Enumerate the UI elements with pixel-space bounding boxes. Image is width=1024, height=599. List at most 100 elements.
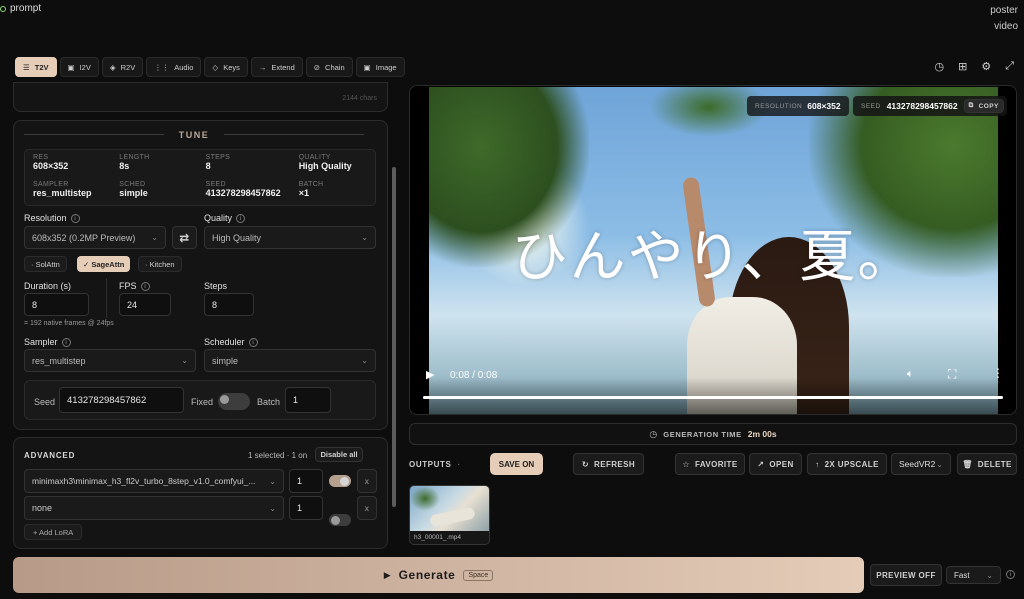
- sageattn-chip[interactable]: ✓ SageAttn: [77, 256, 131, 272]
- generate-button[interactable]: ▶ Generate Space: [13, 557, 864, 593]
- duration-input[interactable]: 8: [24, 293, 89, 316]
- history-icon[interactable]: ◷: [934, 60, 944, 73]
- sampler-select[interactable]: res_multistep ⌄: [24, 349, 196, 372]
- video-link[interactable]: video: [990, 19, 1018, 35]
- disable-all-button[interactable]: Disable all: [315, 447, 363, 462]
- advanced-title: ADVANCED: [24, 451, 76, 460]
- info-icon[interactable]: i: [248, 338, 258, 348]
- left-scrollbar[interactable]: [391, 82, 397, 544]
- tab-chain[interactable]: ⊘ Chain: [305, 57, 353, 77]
- thumbnail-image: [410, 486, 489, 531]
- save-on-button[interactable]: SAVE ON: [490, 453, 543, 475]
- lora-strength-1[interactable]: 1: [289, 469, 323, 493]
- lora-toggle-2[interactable]: [329, 514, 351, 526]
- summary-steps: STEPS 8: [205, 154, 231, 171]
- summary-batch: BATCH ×1: [298, 180, 324, 198]
- lora-select-1[interactable]: minimaxh3\minimax_h3_fl2v_turbo_8step_v1…: [24, 469, 284, 493]
- poster-link[interactable]: poster: [990, 3, 1018, 19]
- swap-dimensions-button[interactable]: ⇄: [172, 226, 197, 249]
- summary-sched: SCHED simple: [119, 180, 148, 198]
- solattn-chip[interactable]: · SolAttn: [24, 256, 67, 272]
- video-progress-track[interactable]: [423, 396, 1003, 399]
- open-button[interactable]: ↗ OPEN: [749, 453, 802, 475]
- chevron-down-icon: ⌄: [269, 503, 276, 513]
- prompt-panel: 2144 chars: [13, 82, 388, 112]
- steps-input[interactable]: 8: [204, 293, 254, 316]
- play-icon[interactable]: ▶: [426, 368, 434, 381]
- app-title: prompt: [0, 3, 41, 14]
- tab-keys[interactable]: ◇ Keys: [204, 57, 248, 77]
- fps-input[interactable]: 24: [119, 293, 171, 316]
- summary-quality: QUALITY High Quality: [298, 154, 352, 171]
- tab-extend[interactable]: → Extend: [250, 57, 303, 77]
- info-icon[interactable]: i: [70, 214, 80, 224]
- volume-icon[interactable]: 🔈︎: [907, 368, 914, 381]
- fullscreen-icon[interactable]: ⛶: [948, 367, 956, 382]
- favorite-button[interactable]: ☆ FAVORITE: [675, 453, 745, 475]
- external-link-icon: ↗: [757, 459, 765, 469]
- gear-icon[interactable]: ⚙: [981, 60, 991, 73]
- app-name: prompt: [10, 3, 42, 14]
- info-icon[interactable]: i: [236, 214, 246, 224]
- batch-input[interactable]: 1: [285, 387, 331, 413]
- clock-icon: ◷: [649, 428, 658, 439]
- info-icon[interactable]: i: [140, 282, 150, 292]
- lora-status: 1 selected · 1 on: [248, 451, 308, 460]
- video-time: 0:08 / 0:08: [450, 370, 498, 381]
- play-icon: ▶: [383, 569, 391, 580]
- swap-icon: ⇄: [179, 230, 190, 245]
- refresh-button[interactable]: ↻ REFRESH: [573, 453, 644, 475]
- tab-r2v[interactable]: ◈ R2V: [101, 57, 144, 77]
- video-player[interactable]: ひんやり、夏。 RESOLUTION 608×352 SEED 41327829…: [409, 85, 1017, 415]
- kitchen-chip[interactable]: · Kitchen: [138, 256, 182, 272]
- upscale-button[interactable]: ↑ 2X UPSCALE: [807, 453, 887, 475]
- lora-strength-2[interactable]: 1: [289, 496, 323, 520]
- seed-input[interactable]: 413278298457862: [59, 387, 184, 413]
- tab-audio[interactable]: ⋮⋮ Audio: [146, 57, 202, 77]
- quality-select[interactable]: High Quality ⌄: [204, 226, 376, 249]
- tab-i2v[interactable]: ▣ I2V: [59, 57, 99, 77]
- seed-badge: SEED 413278298457862 ⧉ COPY: [853, 96, 1007, 116]
- summary-cells: RES 608×352 LENGTH 8s STEPS 8 QUALITY High Q…: [24, 149, 376, 206]
- add-lora-button[interactable]: + Add LoRA: [24, 524, 83, 540]
- tab-image[interactable]: ▣ Image: [355, 57, 405, 77]
- lora-remove-2[interactable]: x: [357, 496, 377, 520]
- summary-length: LENGTH 8s: [119, 154, 150, 171]
- steps-label: Steps: [204, 281, 228, 291]
- info-icon[interactable]: i: [61, 338, 71, 348]
- delete-button[interactable]: 🗑︎ DELETE: [957, 453, 1017, 475]
- output-thumbnail[interactable]: h3_00001_.mp4: [409, 485, 490, 545]
- fullscreen-icon[interactable]: ⤢: [1005, 60, 1014, 73]
- chevron-down-icon: ⌄: [151, 233, 158, 242]
- chevron-down-icon: ⌄: [269, 476, 276, 486]
- copy-icon: ⧉: [968, 102, 974, 109]
- grid-icon[interactable]: ⊞: [958, 60, 967, 73]
- scheduler-label: Scheduler i: [204, 337, 258, 348]
- chevron-down-icon: ⌄: [361, 356, 368, 365]
- char-count: 2144 chars: [342, 95, 377, 102]
- lora-toggle-1[interactable]: [329, 475, 351, 487]
- refresh-icon: ↻: [581, 459, 590, 469]
- fixed-label: Fixed: [191, 397, 214, 407]
- resolution-select[interactable]: 608x352 (0.2MP Preview) ⌄: [24, 226, 166, 249]
- scheduler-select[interactable]: simple ⌄: [204, 349, 376, 372]
- video-progress-fill: [423, 396, 1003, 399]
- tune-panel: TUNE RES 608×352 LENGTH 8s STEPS 8 QUALITY H…: [13, 120, 388, 430]
- resolution-label: Resolution i: [24, 213, 80, 224]
- info-icon[interactable]: i: [1006, 570, 1015, 580]
- generation-time-value: 2m 00s: [747, 429, 777, 439]
- status-dot-icon: [0, 5, 6, 12]
- output-type-menu: poster video: [990, 3, 1018, 35]
- tab-t2v[interactable]: ☰ T2V: [15, 57, 57, 77]
- preview-toggle-button[interactable]: PREVIEW OFF: [870, 564, 942, 586]
- lora-remove-1[interactable]: x: [357, 469, 377, 493]
- more-options-icon[interactable]: ⋮: [992, 366, 1004, 380]
- fixed-seed-toggle[interactable]: [218, 393, 250, 410]
- upscaler-select[interactable]: SeedVR2 ⌄: [891, 453, 951, 475]
- preview-mode-select[interactable]: Fast ⌄: [946, 566, 1001, 584]
- layers-icon: ◈: [109, 62, 116, 72]
- summary-res: RES 608×352: [33, 154, 69, 171]
- copy-seed-button[interactable]: ⧉ COPY: [963, 99, 1004, 113]
- lora-select-2[interactable]: none ⌄: [24, 496, 284, 520]
- trash-icon: 🗑︎: [962, 459, 973, 469]
